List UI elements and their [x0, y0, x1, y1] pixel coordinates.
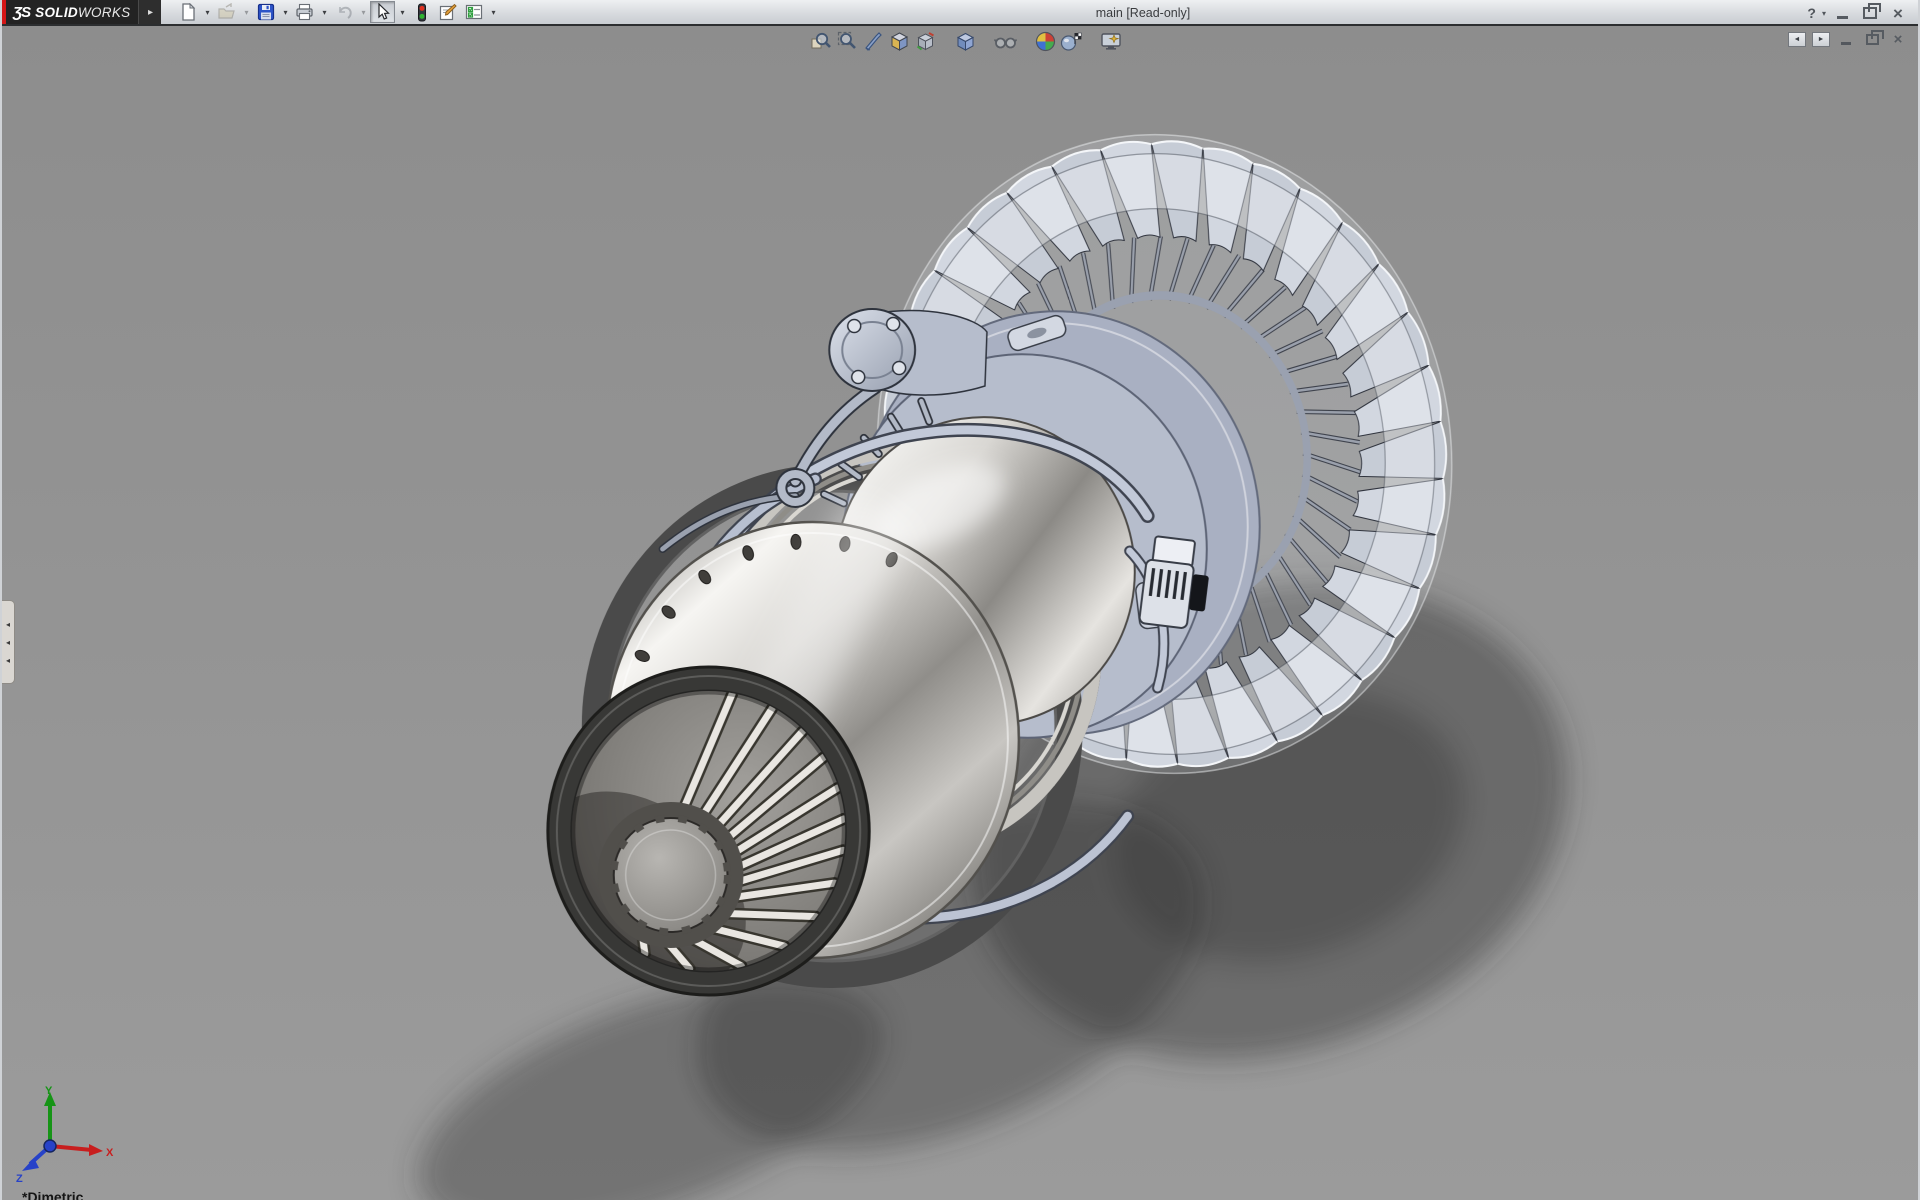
minimize-icon — [1837, 7, 1848, 19]
dropdown-icon: ▾ — [491, 8, 495, 17]
collapse-arrow-icon: ◂ — [6, 620, 10, 629]
eyeglasses-icon — [994, 31, 1017, 52]
document-close-button[interactable]: × — [1888, 31, 1908, 47]
apply-scene-icon — [1060, 31, 1082, 52]
help-button[interactable]: ? — [1805, 5, 1818, 21]
apply-scene-button[interactable] — [1058, 29, 1084, 53]
solidworks-logo-mark: ƷS — [13, 4, 30, 21]
solidworks-window: ƷS SOLIDWORKS ▸ ▾ ▾ — [0, 0, 1920, 1200]
help-dropdown[interactable]: ▾ — [1822, 9, 1826, 18]
undo-dropdown[interactable]: ▾ — [357, 1, 369, 23]
display-style-icon — [915, 31, 936, 52]
feature-tree-collapse-tab[interactable]: ◂ ◂ ◂ — [2, 600, 15, 684]
help-icon: ? — [1807, 5, 1816, 21]
next-arrow-icon: ► — [1818, 36, 1825, 43]
prev-arrow-icon: ◄ — [1794, 36, 1801, 43]
print-icon — [295, 3, 314, 21]
document-window-controls: ◄ ► × — [1788, 31, 1908, 47]
rebuild-button[interactable] — [409, 1, 434, 23]
undo-icon — [335, 3, 353, 21]
previous-pane-button[interactable]: ◄ — [1788, 32, 1806, 47]
zoom-to-fit-icon — [811, 31, 832, 52]
next-pane-button[interactable]: ► — [1812, 32, 1830, 47]
undo-button[interactable] — [331, 1, 356, 23]
section-view-icon — [863, 31, 884, 52]
save-icon — [257, 3, 275, 21]
document-minimize-button[interactable] — [1836, 31, 1856, 47]
main-toolbar: ▾ ▾ ▾ — [175, 0, 499, 24]
rebuild-traffic-light-icon — [416, 3, 428, 22]
open-document-icon — [217, 3, 236, 21]
close-icon: × — [1893, 5, 1903, 22]
document-restore-button[interactable] — [1862, 31, 1882, 47]
section-view-button[interactable] — [860, 29, 886, 53]
open-document-button[interactable] — [214, 1, 239, 23]
view-orientation-button[interactable] — [886, 29, 912, 53]
view-settings-icon — [1100, 31, 1122, 52]
zoom-to-area-button[interactable] — [834, 29, 860, 53]
reference-triad: Y X Z — [8, 1084, 120, 1184]
minimize-icon — [1841, 34, 1851, 45]
shaded-with-edges-button[interactable] — [952, 29, 978, 53]
print-dropdown[interactable]: ▾ — [318, 1, 330, 23]
window-title: main [Read-only] — [1096, 6, 1191, 20]
display-style-button[interactable] — [912, 29, 938, 53]
hide-show-items-button[interactable] — [992, 29, 1018, 53]
restore-button[interactable] — [1858, 5, 1882, 22]
dropdown-icon: ▾ — [1822, 9, 1826, 18]
view-orientation-label: *Dimetric — [22, 1189, 83, 1200]
select-button[interactable] — [370, 1, 395, 23]
view-orientation-icon — [889, 31, 910, 52]
solidworks-logo: ƷS SOLIDWORKS — [6, 0, 138, 24]
restore-icon — [1866, 34, 1879, 45]
triad-z-label: Z — [16, 1173, 23, 1184]
dropdown-icon: ▾ — [322, 8, 326, 17]
minimize-button[interactable] — [1830, 5, 1854, 22]
options-button[interactable] — [461, 1, 486, 23]
restore-icon — [1863, 7, 1877, 19]
flyout-arrow-icon: ▸ — [148, 7, 153, 18]
open-document-dropdown[interactable]: ▾ — [240, 1, 252, 23]
solidworks-logo-text-bold: SOLID — [35, 5, 78, 20]
titlebar: ƷS SOLIDWORKS ▸ ▾ ▾ — [2, 0, 1918, 26]
collapse-arrow-icon: ◂ — [6, 656, 10, 665]
save-dropdown[interactable]: ▾ — [279, 1, 291, 23]
collapse-arrow-icon: ◂ — [6, 638, 10, 647]
solidworks-logo-text-light: WORKS — [78, 5, 131, 20]
triad-x-label: X — [106, 1147, 114, 1159]
new-document-dropdown[interactable]: ▾ — [201, 1, 213, 23]
options-icon — [465, 3, 483, 21]
new-document-button[interactable] — [175, 1, 200, 23]
options-dropdown[interactable]: ▾ — [487, 1, 499, 23]
menu-flyout-button[interactable]: ▸ — [138, 0, 161, 24]
shaded-cube-icon — [955, 31, 976, 52]
select-cursor-icon — [375, 3, 391, 21]
close-button[interactable]: × — [1886, 5, 1910, 22]
graphics-viewport[interactable]: ◄ ► × ◂ ◂ ◂ Y X Z *Dimetric — [2, 26, 1918, 1200]
save-button[interactable] — [253, 1, 278, 23]
zoom-to-fit-button[interactable] — [808, 29, 834, 53]
file-properties-icon — [438, 3, 457, 21]
3d-viewport-canvas[interactable] — [2, 26, 1918, 1200]
view-settings-button[interactable] — [1098, 29, 1124, 53]
triad-y-label: Y — [45, 1085, 53, 1097]
file-properties-button[interactable] — [435, 1, 460, 23]
zoom-to-area-icon — [837, 31, 858, 52]
close-icon: × — [1894, 32, 1903, 47]
dropdown-icon: ▾ — [400, 8, 404, 17]
headsup-view-toolbar — [808, 29, 1124, 53]
dropdown-icon: ▾ — [361, 8, 365, 17]
edit-appearance-button[interactable] — [1032, 29, 1058, 53]
dropdown-icon: ▾ — [283, 8, 287, 17]
select-dropdown[interactable]: ▾ — [396, 1, 408, 23]
titlebar-controls: ? ▾ × — [1805, 3, 1910, 23]
dropdown-icon: ▾ — [244, 8, 248, 17]
new-document-icon — [179, 3, 197, 21]
dropdown-icon: ▾ — [205, 8, 209, 17]
appearance-ball-icon — [1035, 31, 1056, 52]
print-button[interactable] — [292, 1, 317, 23]
